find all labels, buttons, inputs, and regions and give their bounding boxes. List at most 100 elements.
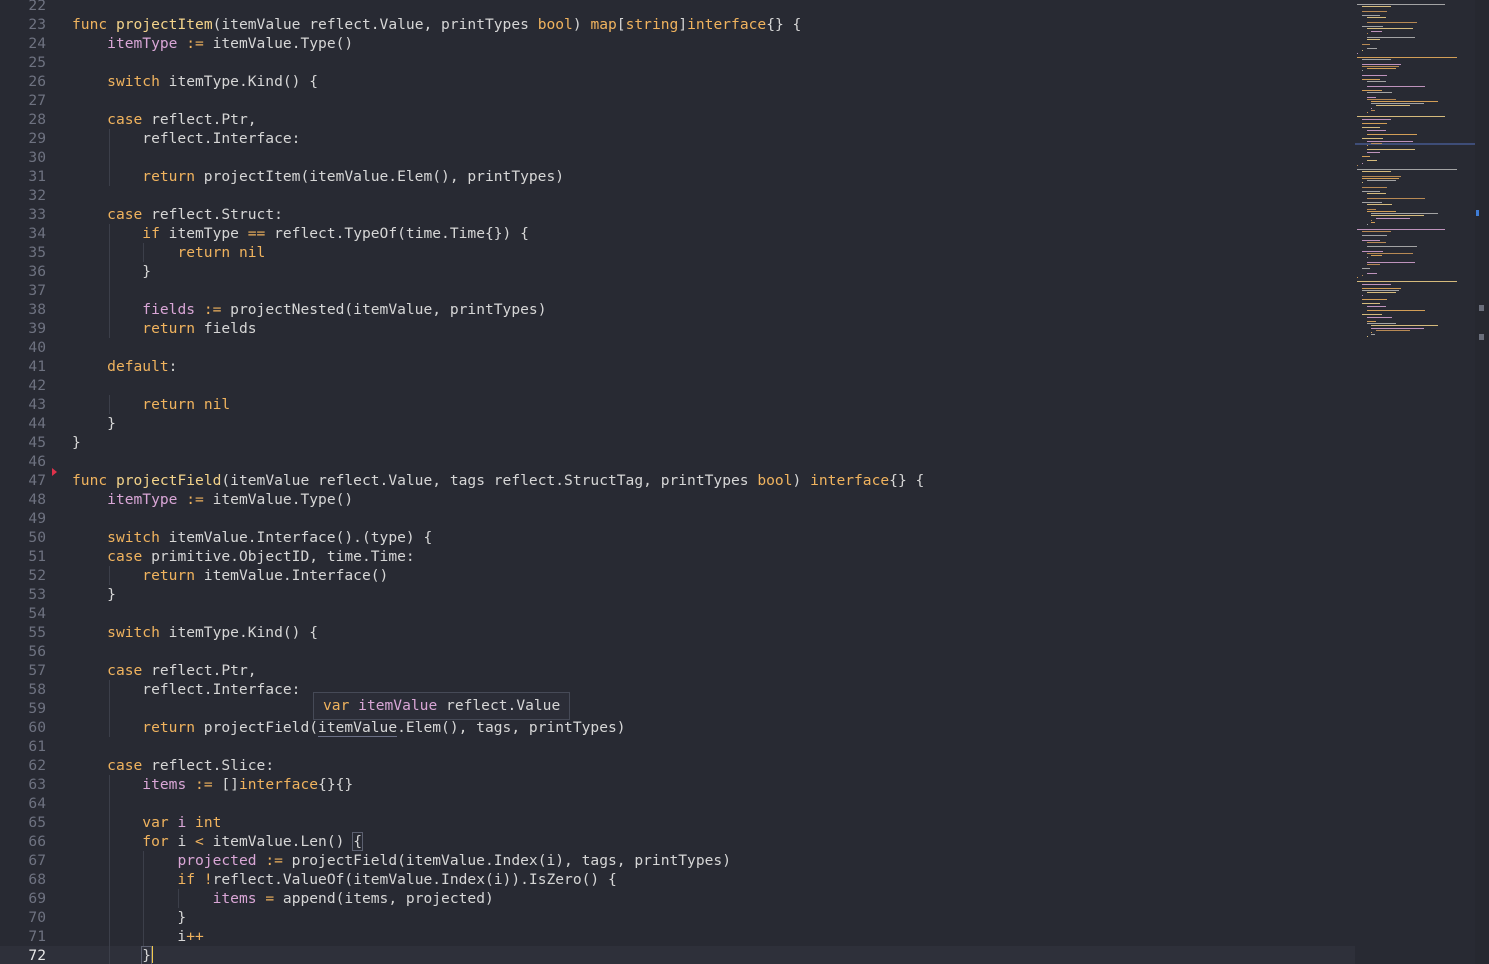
code-line[interactable]: 41 default: — [0, 357, 1355, 376]
code-text[interactable]: case reflect.Struct: — [72, 205, 283, 224]
code-line[interactable]: 33 case reflect.Struct: — [0, 205, 1355, 224]
code-line[interactable]: 64 — [0, 794, 1355, 813]
vertical-scrollbar[interactable] — [1475, 0, 1489, 964]
code-line[interactable]: 34 if itemType == reflect.TypeOf(time.Ti… — [0, 224, 1355, 243]
code-line[interactable]: 59 — [0, 699, 1355, 718]
minimap-line — [1371, 255, 1382, 256]
code-text[interactable]: } — [72, 908, 186, 927]
code-line[interactable]: 65 var i int — [0, 813, 1355, 832]
code-text[interactable]: return nil — [72, 395, 230, 414]
code-line[interactable]: 61 — [0, 737, 1355, 756]
code-line[interactable]: 53 } — [0, 585, 1355, 604]
code-text[interactable]: if !reflect.ValueOf(itemValue.Index(i)).… — [72, 870, 616, 889]
code-text[interactable]: return fields — [72, 319, 256, 338]
code-line[interactable]: 25 — [0, 53, 1355, 72]
code-text[interactable]: case reflect.Slice: — [72, 756, 274, 775]
code-line[interactable]: 68 if !reflect.ValueOf(itemValue.Index(i… — [0, 870, 1355, 889]
error-marker-icon[interactable] — [52, 468, 57, 476]
code-line[interactable]: 47 func projectField(itemValue reflect.Va… — [0, 471, 1355, 490]
code-text[interactable]: switch itemType.Kind() { — [72, 72, 318, 91]
code-line[interactable]: 39 return fields — [0, 319, 1355, 338]
code-line[interactable]: 31 return projectItem(itemValue.Elem(), … — [0, 167, 1355, 186]
hover-tooltip: var itemValue reflect.Value — [313, 692, 571, 720]
code-line[interactable]: 72 } — [0, 946, 1355, 964]
code-line[interactable]: 35 return nil — [0, 243, 1355, 262]
code-text[interactable]: func projectItem(itemValue reflect.Value… — [72, 15, 801, 34]
code-text[interactable]: case primitive.ObjectID, time.Time: — [72, 547, 415, 566]
code-line[interactable]: 69 items = append(items, projected) — [0, 889, 1355, 908]
code-text[interactable]: items = append(items, projected) — [72, 889, 494, 908]
minimap-line — [1371, 334, 1375, 336]
minimap-line — [1361, 65, 1399, 67]
code-line[interactable]: 49 — [0, 509, 1355, 528]
code-line[interactable]: 38 fields := projectNested(itemValue, pr… — [0, 300, 1355, 319]
code-text[interactable]: case reflect.Ptr, — [72, 110, 256, 129]
code-line[interactable]: 42 — [0, 376, 1355, 395]
minimap-line — [1361, 178, 1399, 179]
line-number: 53 — [28, 586, 46, 603]
code-line[interactable]: 23 func projectItem(itemValue reflect.Val… — [0, 15, 1355, 34]
code-text[interactable]: return projectItem(itemValue.Elem(), pri… — [72, 167, 564, 186]
code-line[interactable]: 27 — [0, 91, 1355, 110]
code-text[interactable]: func projectField(itemValue reflect.Valu… — [72, 471, 924, 490]
code-line[interactable]: 51 case primitive.ObjectID, time.Time: — [0, 547, 1355, 566]
code-text[interactable]: reflect.Interface: — [72, 680, 300, 699]
code-text[interactable]: } — [72, 414, 116, 433]
code-text[interactable]: itemType := itemValue.Type() — [72, 34, 353, 53]
code-text[interactable]: reflect.Interface: — [72, 129, 300, 148]
code-text[interactable]: switch itemType.Kind() { — [72, 623, 318, 642]
code-text[interactable]: return nil — [72, 243, 265, 262]
code-text[interactable]: var i int — [72, 813, 221, 832]
code-line[interactable]: 44 } — [0, 414, 1355, 433]
code-line[interactable]: 46 — [0, 452, 1355, 471]
code-line[interactable]: 63 items := []interface{}{} — [0, 775, 1355, 794]
code-line[interactable]: 48 itemType := itemValue.Type() — [0, 490, 1355, 509]
code-text[interactable]: i++ — [72, 927, 203, 946]
code-text[interactable]: if itemType == reflect.TypeOf(time.Time{… — [72, 224, 529, 243]
code-text[interactable]: fields := projectNested(itemValue, print… — [72, 300, 546, 319]
line-number: 45 — [28, 434, 46, 451]
code-line[interactable]: 50 switch itemValue.Interface().(type) { — [0, 528, 1355, 547]
code-text[interactable]: projected := projectField(itemValue.Inde… — [72, 851, 731, 870]
code-line[interactable]: 56 — [0, 642, 1355, 661]
code-line[interactable]: 58 reflect.Interface: — [0, 680, 1355, 699]
code-text[interactable]: } — [72, 946, 154, 964]
code-line[interactable]: 66 for i < itemValue.Len() { — [0, 832, 1355, 851]
code-text[interactable]: } — [72, 433, 81, 452]
code-text[interactable]: case reflect.Ptr, — [72, 661, 256, 680]
code-text[interactable]: items := []interface{}{} — [72, 775, 353, 794]
code-line[interactable]: 67 projected := projectField(itemValue.I… — [0, 851, 1355, 870]
code-line[interactable]: 62 case reflect.Slice: — [0, 756, 1355, 775]
code-text[interactable]: switch itemValue.Interface().(type) { — [72, 528, 432, 547]
code-line[interactable]: 32 — [0, 186, 1355, 205]
code-line[interactable]: 43 return nil — [0, 395, 1355, 414]
code-line[interactable]: 52 return itemValue.Interface() — [0, 566, 1355, 585]
code-line[interactable]: 54 — [0, 604, 1355, 623]
code-text[interactable]: } — [72, 585, 116, 604]
code-line[interactable]: 37 — [0, 281, 1355, 300]
code-line[interactable]: 22 — [0, 0, 1355, 15]
code-text[interactable]: return itemValue.Interface() — [72, 566, 388, 585]
code-line[interactable]: 40 — [0, 338, 1355, 357]
code-line[interactable]: 71 i++ — [0, 927, 1355, 946]
minimap[interactable] — [1355, 0, 1475, 964]
code-line[interactable]: 29 reflect.Interface: — [0, 129, 1355, 148]
line-number: 50 — [28, 529, 46, 546]
line-number: 68 — [28, 871, 46, 888]
code-line[interactable]: 28 case reflect.Ptr, — [0, 110, 1355, 129]
code-line[interactable]: 55 switch itemType.Kind() { — [0, 623, 1355, 642]
code-line[interactable]: 26 switch itemType.Kind() { — [0, 72, 1355, 91]
code-line[interactable]: 60 return projectField(itemValue.Elem(),… — [0, 718, 1355, 737]
code-line[interactable]: 57 case reflect.Ptr, — [0, 661, 1355, 680]
code-line[interactable]: 30 — [0, 148, 1355, 167]
code-line[interactable]: 24 itemType := itemValue.Type() — [0, 34, 1355, 53]
code-line[interactable]: 45} — [0, 433, 1355, 452]
code-line[interactable]: 36 } — [0, 262, 1355, 281]
code-text[interactable]: return projectField(itemValue.Elem(), ta… — [72, 718, 626, 737]
code-editor[interactable]: 22 23 func projectItem(itemValue reflect.V… — [0, 0, 1355, 964]
code-text[interactable]: itemType := itemValue.Type() — [72, 490, 353, 509]
code-line[interactable]: 70 } — [0, 908, 1355, 927]
code-text[interactable]: } — [72, 262, 151, 281]
code-text[interactable]: default: — [72, 357, 177, 376]
code-text[interactable]: for i < itemValue.Len() { — [72, 832, 363, 851]
